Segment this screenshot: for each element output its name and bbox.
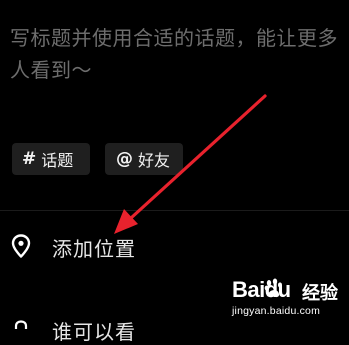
add-topic-label: 话题 <box>41 151 74 170</box>
hashtag-icon: # <box>22 149 37 169</box>
location-pin-icon <box>11 234 31 258</box>
baidu-paw-icon <box>264 278 282 298</box>
add-location-row[interactable]: 添加位置 <box>0 226 349 266</box>
mention-friend-label: 好友 <box>138 151 171 170</box>
mention-friend-button[interactable]: @ 好友 <box>105 143 183 175</box>
caption-input-placeholder[interactable]: 写标题并使用合适的话题，能让更多人看到～ <box>10 22 345 86</box>
at-icon: @ <box>116 149 133 169</box>
watermark-url: jingyan.baidu.com <box>232 305 321 317</box>
add-topic-button[interactable]: # 话题 <box>12 143 90 175</box>
watermark-brand-cn: 经验 <box>302 283 338 304</box>
add-location-label: 添加位置 <box>52 237 136 261</box>
privacy-label: 谁可以看 <box>52 320 136 344</box>
divider <box>0 210 349 211</box>
lock-icon <box>14 320 28 329</box>
baidu-jingyan-watermark: Baidu 经验 jingyan.baidu.com <box>218 275 346 325</box>
